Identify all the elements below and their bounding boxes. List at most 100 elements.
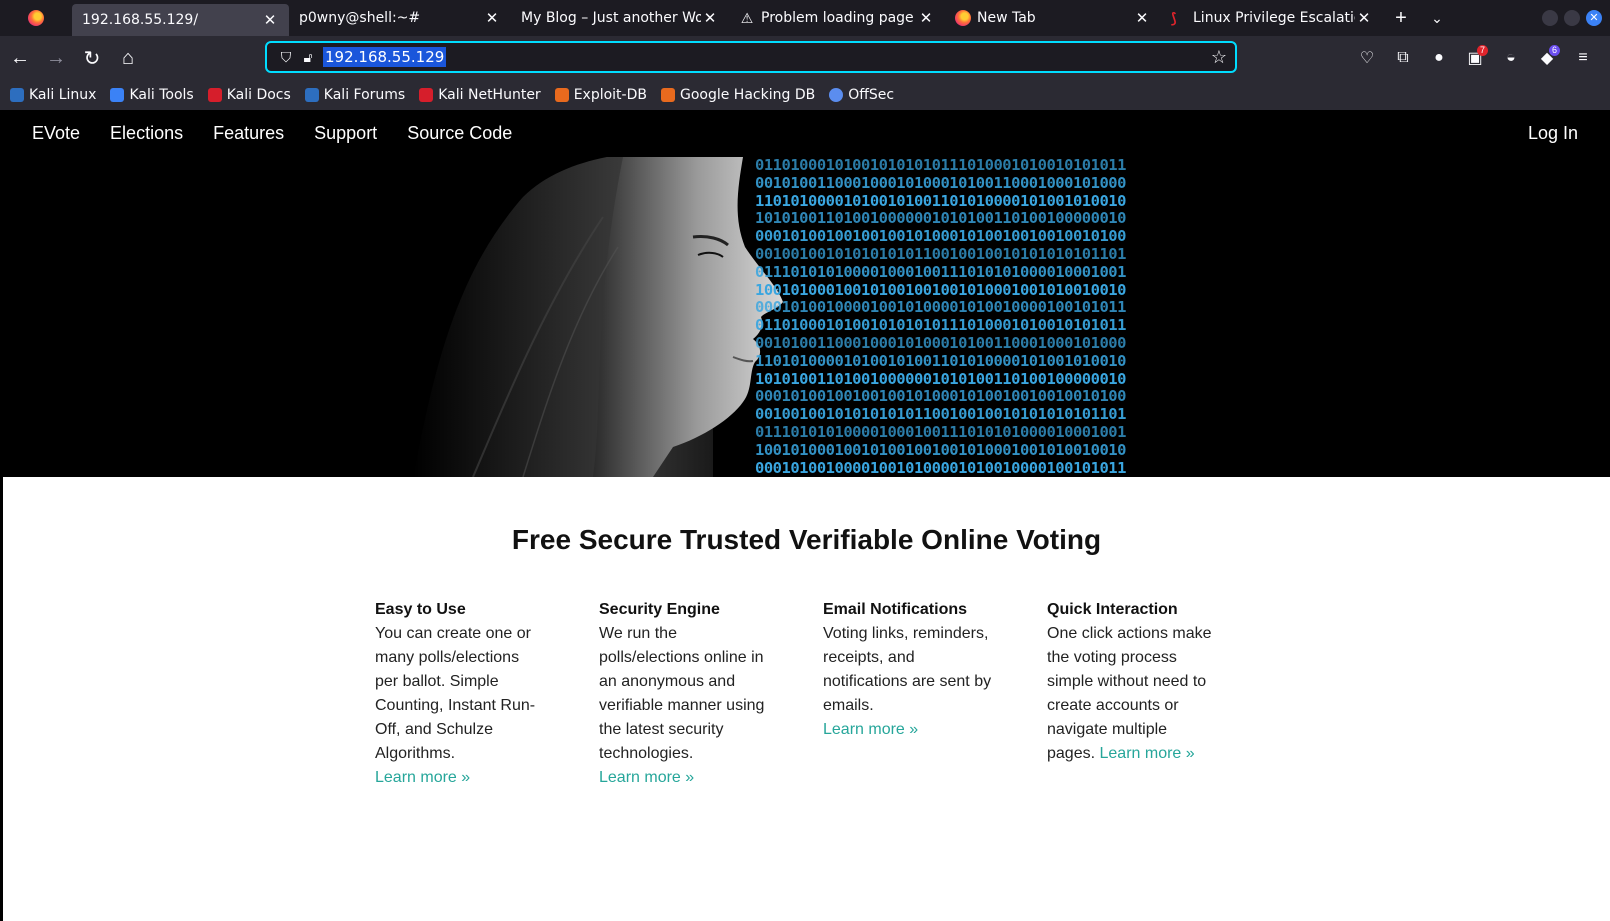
url-text[interactable]: 192.168.55.129 <box>323 47 447 67</box>
tab-title: New Tab <box>977 10 1036 26</box>
back-button[interactable]: ← <box>2 40 38 76</box>
feature-quick-interaction: Quick Interaction One click actions make… <box>1047 598 1217 790</box>
nav-link-elections[interactable]: Elections <box>110 123 183 144</box>
tab-new-tab[interactable]: New Tab ✕ <box>945 0 1161 36</box>
forward-button[interactable]: → <box>38 40 74 76</box>
bookmark-label: OffSec <box>848 87 895 103</box>
bookmarks-toolbar: Kali Linux Kali Tools Kali Docs Kali For… <box>0 80 1610 110</box>
bookmark-label: Exploit-DB <box>573 87 647 103</box>
feature-title: Security Engine <box>599 601 720 618</box>
learn-more-link[interactable]: Learn more » <box>1100 745 1195 762</box>
firefox-icon <box>955 10 971 26</box>
binary-line: 1101010000101001010011010100001010010100… <box>755 351 1126 370</box>
feature-text: Voting links, reminders, receipts, and n… <box>823 622 993 742</box>
bookmark-kali-nethunter[interactable]: Kali NetHunter <box>419 87 541 103</box>
woman-profile-image <box>413 157 783 477</box>
learn-more-link[interactable]: Learn more » <box>599 769 694 786</box>
binary-line: 0001010010010010010100010100100100100101… <box>755 227 1126 246</box>
close-icon[interactable]: ✕ <box>1355 9 1373 27</box>
minimize-button[interactable] <box>1542 10 1558 26</box>
bookmark-kali-tools[interactable]: Kali Tools <box>110 87 194 103</box>
feature-title: Quick Interaction <box>1047 601 1178 618</box>
binary-line: 1010100110100100000010101001101001000000… <box>755 369 1126 388</box>
firefox-view-button[interactable] <box>0 0 72 36</box>
feature-description: You can create one or many polls/electio… <box>375 625 536 762</box>
new-tab-button[interactable]: + <box>1383 0 1419 36</box>
bookmark-star-icon[interactable]: ☆ <box>1211 47 1227 68</box>
extension-purple-icon[interactable]: ◆ 6 <box>1533 40 1561 76</box>
toolbar-extensions: ♡ ⧉ ● ▣ 7 ◒ ◆ 6 ≡ <box>1353 40 1597 76</box>
binary-line: 0001010010000100101000010100100001001010… <box>755 458 1126 477</box>
menu-icon[interactable]: ≡ <box>1569 40 1597 76</box>
close-icon[interactable]: ✕ <box>917 9 935 27</box>
binary-line: 0010100110001000101000101001100010001010… <box>755 173 1126 192</box>
feature-description: We run the polls/elections online in an … <box>599 625 765 762</box>
close-icon[interactable]: ✕ <box>483 9 501 27</box>
close-icon[interactable]: ✕ <box>701 9 719 27</box>
bookmark-kali-linux[interactable]: Kali Linux <box>10 87 96 103</box>
feature-text: One click actions make the voting proces… <box>1047 622 1217 766</box>
bookmark-kali-forums[interactable]: Kali Forums <box>304 87 405 103</box>
login-link[interactable]: Log In <box>1528 123 1578 144</box>
bookmark-google-hacking-db[interactable]: Google Hacking DB <box>660 87 816 103</box>
insecure-lock-icon[interactable]: 🔓︎ <box>297 49 319 66</box>
binary-line: 1001010001001010010010010100010010100100… <box>755 280 1126 299</box>
pocket-icon[interactable]: ♡ <box>1353 40 1381 76</box>
feature-security-engine: Security Engine We run the polls/electio… <box>599 598 769 790</box>
binary-line: 1101010000101001010011010100001010010100… <box>755 191 1126 210</box>
binary-code-graphic: 0110100010100101010101110100010100101010… <box>755 157 1295 477</box>
bookmark-label: Google Hacking DB <box>679 87 816 103</box>
learn-more-link[interactable]: Learn more » <box>375 769 470 786</box>
bookmark-offsec[interactable]: OffSec <box>829 87 894 103</box>
binary-line: 0111010101000010001001110101010000100010… <box>755 422 1126 441</box>
tab-title: 192.168.55.129/ <box>82 12 199 28</box>
firefox-icon <box>28 10 44 26</box>
tab-title: Problem loading page <box>761 10 914 26</box>
url-bar[interactable]: ⛉ 🔓︎ 192.168.55.129 ☆ <box>265 41 1237 73</box>
tab-title: Linux Privilege Escalation <box>1193 10 1355 26</box>
tab-p0wny-shell[interactable]: p0wny@shell:~# ✕ <box>289 0 511 36</box>
hat-extension-icon[interactable]: ◒ <box>1497 40 1525 76</box>
bookmark-kali-docs[interactable]: Kali Docs <box>207 87 291 103</box>
feature-email-notifications: Email Notifications Voting links, remind… <box>823 598 993 790</box>
kali-tools-icon <box>110 88 125 102</box>
extension-red-icon[interactable]: ▣ 7 <box>1461 40 1489 76</box>
nethunter-icon <box>419 88 434 102</box>
feature-easy-to-use: Easy to Use You can create one or many p… <box>375 598 545 790</box>
tab-my-blog[interactable]: My Blog – Just another Word ✕ <box>511 0 729 36</box>
close-window-button[interactable]: ✕ <box>1586 10 1602 26</box>
warning-icon: ⚠ <box>740 10 754 26</box>
list-all-tabs-button[interactable]: ⌄ <box>1419 0 1455 36</box>
hacktricks-icon: ⟆ <box>1171 10 1177 26</box>
binary-line: 0001010010010010010100010100100100100101… <box>755 387 1126 406</box>
bookmark-exploit-db[interactable]: Exploit-DB <box>554 87 647 103</box>
reload-button[interactable]: ↻ <box>74 40 110 76</box>
tab-problem-loading[interactable]: ⚠ Problem loading page ✕ <box>729 0 945 36</box>
cookie-extension-icon[interactable]: ● <box>1425 40 1453 76</box>
brand-link[interactable]: EVote <box>32 123 80 144</box>
close-icon[interactable]: ✕ <box>1133 9 1151 27</box>
nav-link-support[interactable]: Support <box>314 123 377 144</box>
bookmark-label: Kali Tools <box>129 87 194 103</box>
maximize-button[interactable] <box>1564 10 1580 26</box>
close-icon[interactable]: ✕ <box>261 11 279 29</box>
nav-link-source-code[interactable]: Source Code <box>407 123 512 144</box>
binary-line: 0010010010101010101100100100101010101011… <box>755 244 1126 263</box>
shield-icon[interactable]: ⛉ <box>275 49 297 66</box>
nav-link-features[interactable]: Features <box>213 123 284 144</box>
binary-line: 0001010010000100101000010100100001001010… <box>755 298 1126 317</box>
feature-description: One click actions make the voting proces… <box>1047 625 1212 762</box>
feature-description: Voting links, reminders, receipts, and n… <box>823 625 992 714</box>
extensions-icon[interactable]: ⧉ <box>1389 40 1417 76</box>
tab-192-168-55-129[interactable]: 192.168.55.129/ ✕ <box>72 4 289 36</box>
binary-line: 0010010010101010101100100100101010101011… <box>755 405 1126 424</box>
tab-linux-privesc[interactable]: ⟆ Linux Privilege Escalation ✕ <box>1161 0 1383 36</box>
bookmark-label: Kali Linux <box>29 87 97 103</box>
feature-title: Easy to Use <box>375 601 466 618</box>
web-page: EVote Elections Features Support Source … <box>0 110 1610 921</box>
learn-more-link[interactable]: Learn more » <box>823 721 918 738</box>
ghdb-icon <box>660 88 675 102</box>
home-button[interactable]: ⌂ <box>110 40 146 76</box>
binary-line: 1001010001001010010010010100010010100100… <box>755 440 1126 459</box>
hero-image: 0110100010100101010101110100010100101010… <box>3 157 1610 477</box>
